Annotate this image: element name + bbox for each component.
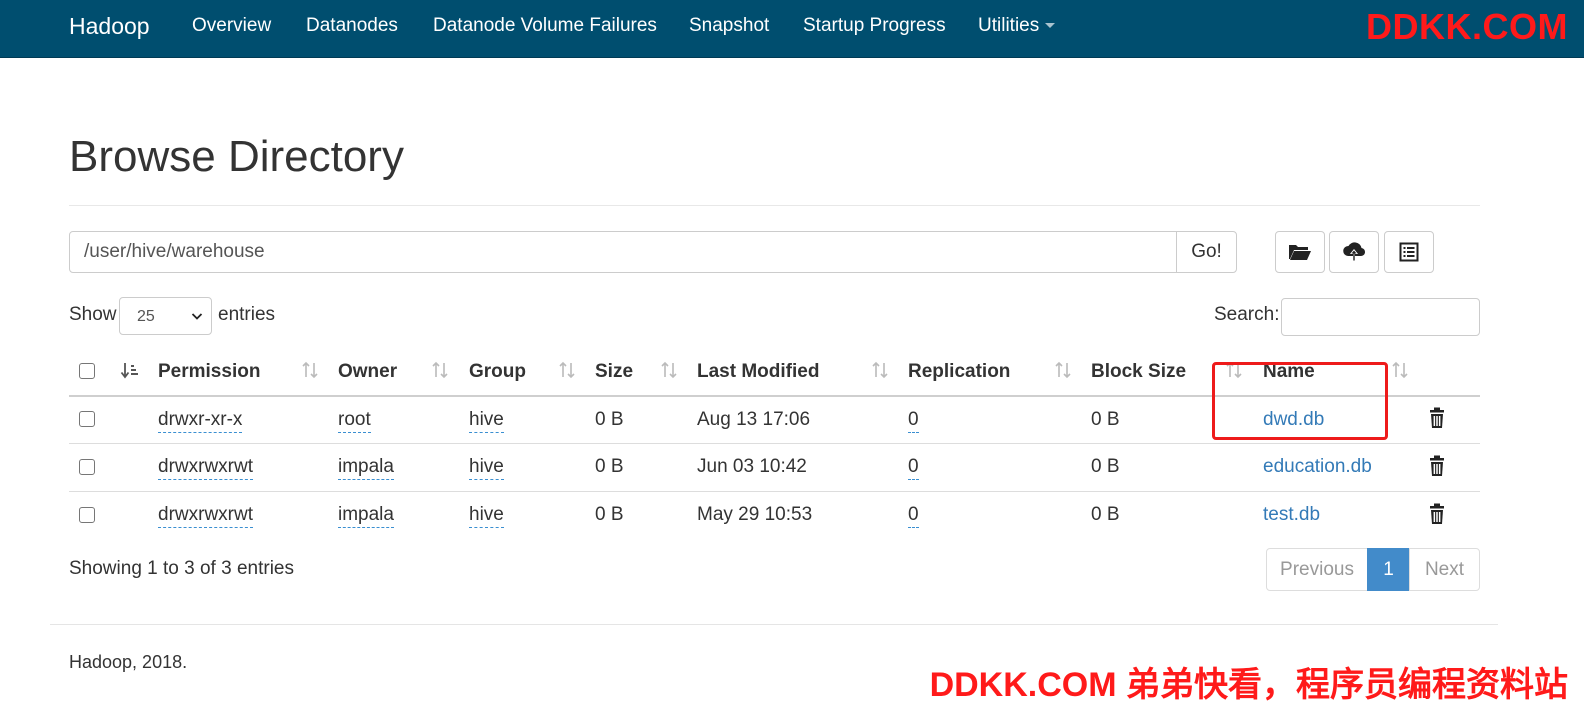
owner-cell[interactable]: impala [338, 456, 394, 480]
select-all-checkbox[interactable] [79, 363, 95, 379]
row-divider [69, 443, 1480, 444]
navbar: Hadoop Overview Datanodes Datanode Volum… [0, 0, 1584, 58]
block-size-cell: 0 B [1091, 409, 1120, 430]
entries-label: entries [218, 304, 276, 325]
last-modified-cell: Aug 13 17:06 [697, 409, 811, 430]
navbar-brand[interactable]: Hadoop [69, 13, 150, 40]
entries-per-page-value: 25 [137, 308, 155, 325]
sort-toggle-icon[interactable] [660, 360, 678, 380]
sort-toggle-icon[interactable] [431, 360, 449, 380]
trash-icon[interactable] [1428, 503, 1446, 525]
go-button[interactable]: Go! [1176, 231, 1237, 273]
cut-paste-button[interactable] [1384, 231, 1434, 273]
highlight-box [1212, 362, 1388, 440]
sort-ascending-icon[interactable] [120, 361, 140, 381]
group-cell[interactable]: hive [469, 456, 504, 480]
column-header-size[interactable]: Size [595, 361, 633, 383]
trash-icon[interactable] [1428, 407, 1446, 429]
size-cell: 0 B [595, 409, 624, 430]
permission-cell[interactable]: drwxrwxrwt [158, 504, 253, 528]
search-input[interactable] [1281, 298, 1480, 336]
search-label: Search: [1214, 304, 1280, 325]
column-header-permission[interactable]: Permission [158, 361, 260, 383]
entries-per-page-select[interactable]: 25 [119, 297, 212, 335]
replication-cell[interactable]: 0 [908, 504, 919, 528]
sort-toggle-icon[interactable] [871, 360, 889, 380]
folder-open-icon [1289, 245, 1311, 260]
group-cell[interactable]: hive [469, 504, 504, 528]
row-checkbox[interactable] [79, 507, 95, 523]
permission-cell[interactable]: drwxr-xr-x [158, 409, 243, 433]
size-cell: 0 B [595, 456, 624, 477]
title-divider [69, 205, 1480, 206]
previous-page-button[interactable]: Previous [1266, 548, 1368, 591]
upload-files-button[interactable] [1329, 231, 1379, 273]
name-link[interactable]: test.db [1263, 504, 1320, 526]
block-size-cell: 0 B [1091, 504, 1120, 525]
list-alt-icon [1399, 242, 1419, 262]
footer-text: Hadoop, 2018. [69, 652, 188, 672]
nav-datanode-volume-failures[interactable]: Datanode Volume Failures [433, 15, 657, 37]
column-header-owner[interactable]: Owner [338, 361, 397, 383]
last-modified-cell: Jun 03 10:42 [697, 456, 807, 477]
watermark-bottom: DDKK.COM 弟弟快看，程序员编程资料站 [929, 666, 1568, 704]
row-divider [69, 491, 1480, 492]
replication-cell[interactable]: 0 [908, 409, 919, 433]
nav-utilities-label: Utilities [978, 15, 1040, 36]
sort-toggle-icon[interactable] [301, 360, 319, 380]
footer-divider [50, 624, 1498, 625]
sort-toggle-icon[interactable] [1054, 360, 1072, 380]
sort-toggle-icon[interactable] [1391, 360, 1409, 380]
row-checkbox[interactable] [79, 459, 95, 475]
column-header-block-size[interactable]: Block Size [1091, 361, 1186, 383]
next-page-button[interactable]: Next [1409, 548, 1480, 591]
cloud-upload-icon [1343, 242, 1366, 261]
block-size-cell: 0 B [1091, 456, 1120, 477]
owner-cell[interactable]: impala [338, 504, 394, 528]
caret-down-icon [1045, 23, 1056, 29]
nav-utilities[interactable]: Utilities [978, 15, 1056, 37]
last-modified-cell: May 29 10:53 [697, 504, 813, 525]
name-link[interactable]: education.db [1263, 456, 1372, 478]
nav-startup-progress[interactable]: Startup Progress [803, 15, 946, 37]
replication-cell[interactable]: 0 [908, 456, 919, 480]
watermark-top: DDKK.COM [1366, 6, 1568, 47]
table-info: Showing 1 to 3 of 3 entries [69, 558, 294, 579]
nav-datanodes[interactable]: Datanodes [306, 15, 398, 37]
column-header-last-modified[interactable]: Last Modified [697, 361, 819, 383]
page-1-button[interactable]: 1 [1367, 548, 1410, 591]
sort-toggle-icon[interactable] [558, 360, 576, 380]
group-cell[interactable]: hive [469, 409, 504, 433]
nav-overview[interactable]: Overview [192, 15, 271, 37]
create-directory-button[interactable] [1275, 231, 1325, 273]
column-header-group[interactable]: Group [469, 361, 526, 383]
size-cell: 0 B [595, 504, 624, 525]
chevron-down-icon [191, 313, 203, 320]
owner-cell[interactable]: root [338, 409, 371, 433]
permission-cell[interactable]: drwxrwxrwt [158, 456, 253, 480]
show-label: Show [69, 304, 117, 325]
page-title: Browse Directory [69, 132, 404, 181]
trash-icon[interactable] [1428, 455, 1446, 477]
directory-path-input[interactable]: /user/hive/warehouse [69, 231, 1178, 273]
nav-snapshot[interactable]: Snapshot [689, 15, 769, 37]
row-checkbox[interactable] [79, 411, 95, 427]
column-header-replication[interactable]: Replication [908, 361, 1010, 383]
